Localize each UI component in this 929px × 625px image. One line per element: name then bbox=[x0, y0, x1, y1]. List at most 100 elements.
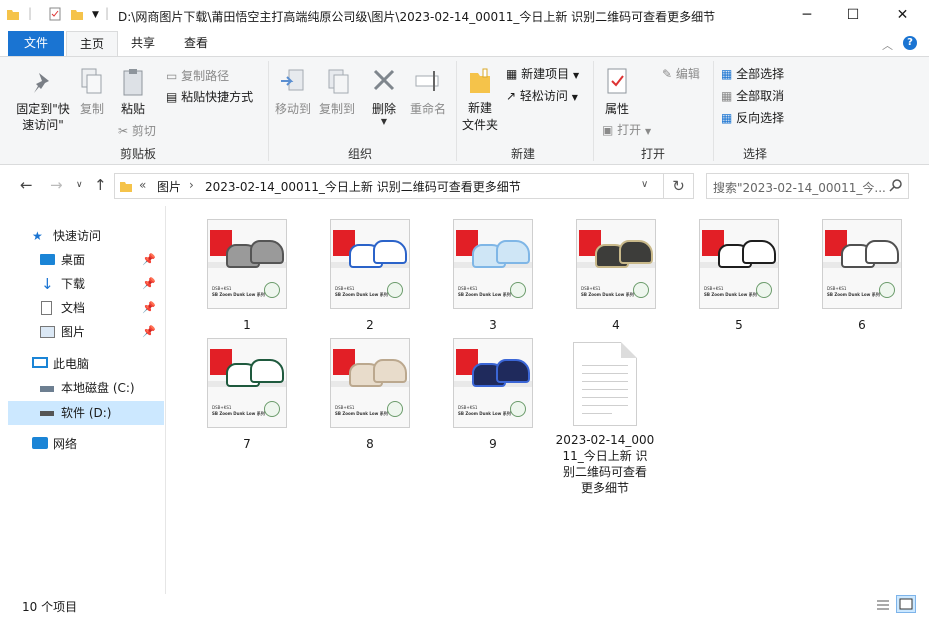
move-to-button[interactable]: 移动到 bbox=[272, 67, 314, 117]
close-button[interactable]: ✕ bbox=[876, 0, 929, 31]
new-item-button[interactable]: ▦ 新建项目 ▼ bbox=[506, 65, 579, 82]
nav-local-disk-c[interactable]: 本地磁盘 (C:) bbox=[40, 377, 162, 399]
easy-access-icon: ↗ bbox=[506, 89, 517, 103]
copy-to-button[interactable]: 复制到 bbox=[316, 67, 358, 117]
computer-icon bbox=[32, 357, 48, 368]
minimize-button[interactable]: ─ bbox=[784, 0, 830, 31]
status-bar: 10 个项目 bbox=[0, 594, 929, 625]
file-item-text-document[interactable]: 2023-02-14_000 11_今日上新 识 别二维码可查看 更多细节 bbox=[548, 340, 662, 496]
nav-documents[interactable]: 文档 📌 bbox=[40, 297, 162, 319]
qa-separator-2: | bbox=[105, 6, 110, 20]
pin-icon[interactable]: 📌 bbox=[142, 249, 156, 271]
invert-selection-button[interactable]: ▦ 反向选择 bbox=[721, 109, 784, 126]
delete-button[interactable]: 删除 ▼ bbox=[366, 67, 402, 126]
nav-desktop[interactable]: 桌面 📌 bbox=[40, 249, 162, 271]
navigation-bar: ← → ∨ ↑ « 图片 › 2023-02-14_00011_今日上新 识别二… bbox=[0, 166, 929, 206]
copy-path-label: 复制路径 bbox=[181, 69, 230, 83]
file-item-image[interactable]: DSB+KS1 SB Zoom Dunk Low 系列 9 bbox=[438, 338, 548, 452]
desktop-icon bbox=[40, 254, 55, 265]
address-overflow[interactable]: « bbox=[139, 178, 146, 192]
up-arrow-icon[interactable]: ↑ bbox=[94, 176, 107, 194]
nav-downloads[interactable]: ↓ 下载 📌 bbox=[40, 273, 162, 295]
help-icon[interactable]: ? bbox=[903, 36, 917, 50]
nav-quick-access[interactable]: ★ 快速访问 bbox=[32, 225, 162, 247]
tab-file[interactable]: 文件 bbox=[8, 31, 64, 56]
pin-quick-access-button[interactable]: 固定到"快 速访问" bbox=[12, 69, 74, 133]
edit-label: 编辑 bbox=[675, 67, 700, 81]
thumb-caption: SB Zoom Dunk Low 系列 bbox=[458, 292, 511, 297]
nav-pictures[interactable]: 图片 📌 bbox=[40, 321, 162, 343]
properties-button[interactable]: 属性 bbox=[600, 67, 634, 117]
new-folder-button[interactable]: 新建 文件夹 bbox=[458, 67, 502, 134]
pin-icon[interactable]: 📌 bbox=[142, 297, 156, 319]
rename-button[interactable]: 重命名 bbox=[406, 67, 450, 117]
open-button[interactable]: ▣ 打开 ▼ bbox=[602, 121, 651, 138]
back-arrow-icon[interactable]: ← bbox=[20, 176, 33, 194]
file-item-image[interactable]: DSB+KS1 SB Zoom Dunk Low 系列 3 bbox=[438, 219, 548, 333]
file-item-image[interactable]: DSB+KS1 SB Zoom Dunk Low 系列 4 bbox=[561, 219, 671, 333]
logo-seal-icon bbox=[510, 282, 526, 298]
logo-seal-icon bbox=[387, 401, 403, 417]
ribbon-divider bbox=[713, 61, 714, 161]
delete-dropdown-icon[interactable]: ▼ bbox=[366, 117, 402, 126]
new-folder-qa-icon[interactable] bbox=[70, 7, 84, 24]
qa-dropdown-icon[interactable]: ▼ bbox=[92, 10, 99, 20]
paste-button[interactable]: 粘贴 bbox=[116, 67, 150, 117]
address-bar[interactable]: « 图片 › 2023-02-14_00011_今日上新 识别二维码可查看更多细… bbox=[114, 173, 664, 199]
select-all-button[interactable]: ▦ 全部选择 bbox=[721, 65, 784, 82]
file-item-image[interactable]: DSB+KS1 SB Zoom Dunk Low 系列 5 bbox=[684, 219, 794, 333]
address-dropdown-icon[interactable]: ∨ bbox=[641, 179, 648, 190]
file-item-image[interactable]: DSB+KS1 SB Zoom Dunk Low 系列 7 bbox=[192, 338, 302, 452]
collapse-ribbon-icon[interactable]: ︿ bbox=[882, 37, 893, 53]
logo-seal-icon bbox=[756, 282, 772, 298]
tab-view[interactable]: 查看 bbox=[170, 31, 222, 56]
image-thumbnail: DSB+KS1 SB Zoom Dunk Low 系列 bbox=[453, 338, 533, 428]
refresh-icon[interactable]: ↻ bbox=[664, 173, 694, 199]
thumb-caption: DSB+KS1 bbox=[458, 286, 478, 291]
edit-button[interactable]: ✎ 编辑 bbox=[662, 65, 700, 82]
file-item-image[interactable]: DSB+KS1 SB Zoom Dunk Low 系列 8 bbox=[315, 338, 425, 452]
tab-share[interactable]: 共享 bbox=[118, 31, 168, 56]
thumb-caption: DSB+KS1 bbox=[581, 286, 601, 291]
select-all-icon: ▦ bbox=[721, 67, 733, 81]
pin-icon bbox=[31, 73, 55, 98]
paste-shortcut-icon: ▤ bbox=[166, 90, 178, 104]
nav-desktop-label: 桌面 bbox=[61, 253, 86, 267]
breadcrumb-pictures[interactable]: 图片 bbox=[157, 178, 181, 195]
thumb-caption: SB Zoom Dunk Low 系列 bbox=[581, 292, 634, 297]
pin-icon[interactable]: 📌 bbox=[142, 273, 156, 295]
properties-qa-icon[interactable] bbox=[48, 7, 62, 24]
breadcrumb-current-folder[interactable]: 2023-02-14_00011_今日上新 识别二维码可查看更多细节 bbox=[205, 178, 521, 195]
nav-this-pc[interactable]: 此电脑 bbox=[32, 353, 162, 375]
copy-path-button[interactable]: ▭ 复制路径 bbox=[166, 67, 229, 84]
ribbon-divider bbox=[268, 61, 269, 161]
paste-shortcut-button[interactable]: ▤ 粘贴快捷方式 bbox=[166, 88, 253, 105]
details-view-icon[interactable] bbox=[874, 597, 892, 613]
search-icon[interactable] bbox=[889, 178, 903, 195]
breadcrumb-separator[interactable]: › bbox=[189, 178, 194, 192]
file-item-image[interactable]: DSB+KS1 SB Zoom Dunk Low 系列 6 bbox=[807, 219, 917, 333]
file-item-image[interactable]: DSB+KS1 SB Zoom Dunk Low 系列 2 bbox=[315, 219, 425, 333]
file-name: 8 bbox=[366, 437, 374, 451]
forward-arrow-icon[interactable]: → bbox=[50, 176, 63, 194]
logo-seal-icon bbox=[633, 282, 649, 298]
maximize-button[interactable]: ☐ bbox=[830, 0, 876, 31]
search-placeholder: 搜索"2023-02-14_00011_今... bbox=[713, 181, 886, 195]
recent-locations-icon[interactable]: ∨ bbox=[76, 180, 83, 190]
tab-home[interactable]: 主页 bbox=[66, 31, 118, 57]
nav-software-d-selected[interactable]: 软件 (D:) bbox=[8, 401, 164, 425]
picture-icon bbox=[40, 326, 55, 338]
large-icons-view-icon[interactable] bbox=[896, 595, 916, 613]
copy-label: 复制 bbox=[79, 102, 104, 116]
pin-icon[interactable]: 📌 bbox=[142, 321, 156, 343]
nav-network[interactable]: 网络 bbox=[32, 433, 162, 455]
cut-button[interactable]: ✂ 剪切 bbox=[118, 122, 156, 139]
copy-icon bbox=[79, 68, 105, 100]
file-item-image[interactable]: DSB+KS1 SB Zoom Dunk Low 系列 1 bbox=[192, 219, 302, 333]
easy-access-button[interactable]: ↗ 轻松访问 ▼ bbox=[506, 87, 578, 104]
select-none-button[interactable]: ▦ 全部取消 bbox=[721, 87, 784, 104]
easy-access-dropdown-icon: ▼ bbox=[571, 93, 578, 102]
copy-button[interactable]: 复制 bbox=[76, 67, 108, 117]
nav-local-disk-c-label: 本地磁盘 (C:) bbox=[61, 381, 135, 395]
search-input[interactable]: 搜索"2023-02-14_00011_今... bbox=[706, 173, 909, 199]
